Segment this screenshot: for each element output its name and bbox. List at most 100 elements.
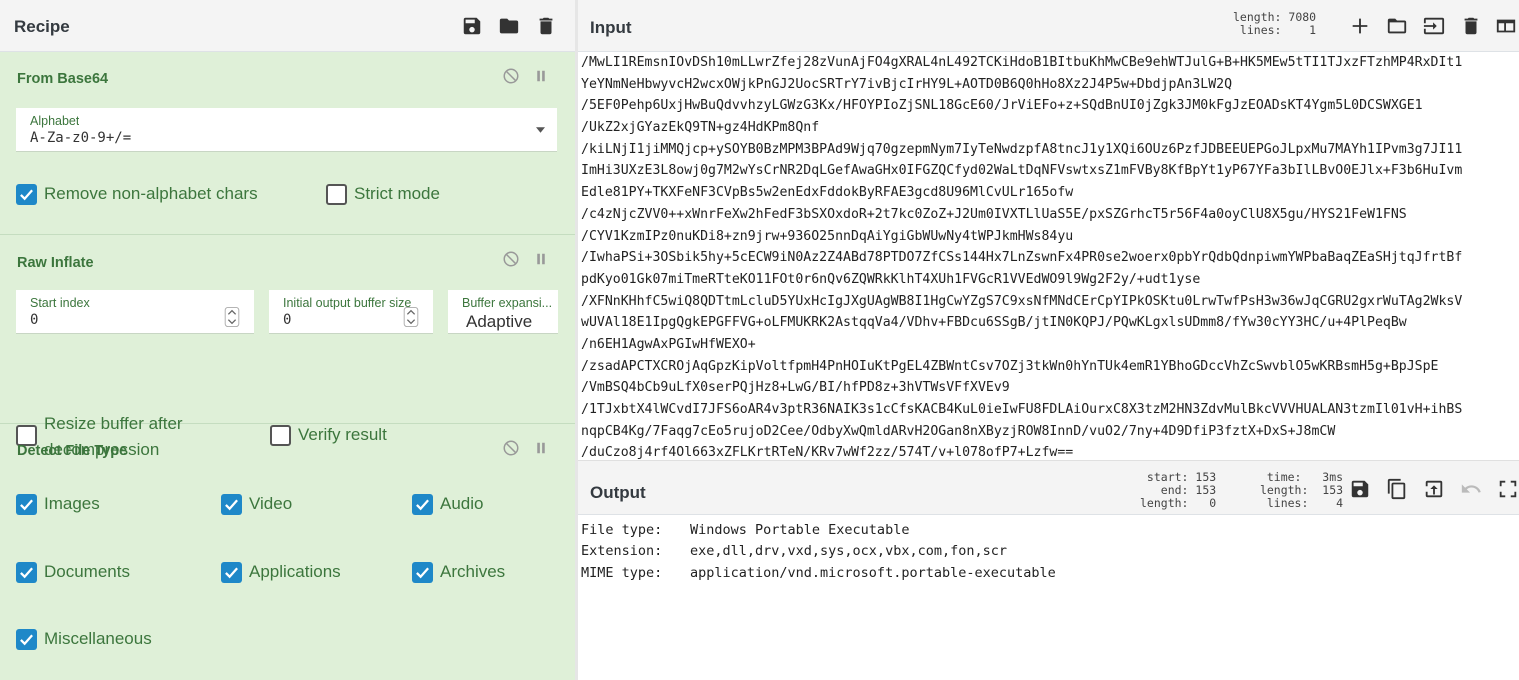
maximise-output-button[interactable] xyxy=(1495,476,1519,502)
pause-icon xyxy=(537,253,545,265)
breakpoint-button[interactable] xyxy=(530,248,552,270)
stepper-icon[interactable] xyxy=(224,307,240,327)
end-value: 153 xyxy=(1195,483,1217,497)
recipe-title: Recipe xyxy=(14,17,70,36)
load-recipe-button[interactable] xyxy=(496,13,522,39)
checkbox-checked-icon xyxy=(412,494,433,515)
buffer-expansion-select[interactable]: Buffer expansi... Adaptive xyxy=(448,290,558,334)
replace-input-button[interactable] xyxy=(1421,476,1447,502)
alphabet-value: A-Za-z0-9+/= xyxy=(30,130,132,146)
copy-output-button[interactable] xyxy=(1384,476,1410,502)
disable-icon xyxy=(503,251,519,267)
output-header: Output start: 153 end: 153 length: 0 tim… xyxy=(578,466,1519,515)
output-key: MIME type: xyxy=(581,565,663,581)
save-recipe-button[interactable] xyxy=(459,13,485,39)
length-value: 153 xyxy=(1322,483,1344,497)
checkbox-label: Audio xyxy=(440,494,484,513)
checkbox-label: Miscellaneous xyxy=(44,629,152,648)
undo-button[interactable] xyxy=(1458,476,1484,502)
input-line: /MwLI1REmsnIOvDSh10mLLwrZfej28zVunAjFO4g… xyxy=(581,55,1463,70)
disable-icon xyxy=(503,440,519,456)
output-key: Extension: xyxy=(581,543,663,559)
trash-icon xyxy=(539,17,553,35)
alphabet-label: Alphabet xyxy=(30,114,80,128)
input-line: YeYNmNeHbwyvcH2wcxOWjkPnGJ2UocSRTrY7ivBj… xyxy=(581,76,1233,92)
checkbox-unchecked-icon xyxy=(326,184,347,205)
input-line: pdKyo01Gk07miTmeRTteKO11FOt0r6nQv6ZQWRkK… xyxy=(581,271,1201,287)
recipe-header: Recipe xyxy=(0,0,575,52)
disable-operation-button[interactable] xyxy=(500,65,522,87)
end-label: end: xyxy=(1160,483,1189,497)
video-checkbox[interactable]: Video xyxy=(221,494,292,517)
clear-input-button[interactable] xyxy=(1458,13,1484,39)
audio-checkbox[interactable]: Audio xyxy=(412,494,483,517)
input-title: Input xyxy=(590,18,632,37)
checkbox-checked-icon xyxy=(221,562,242,583)
stepper-icon[interactable] xyxy=(403,307,419,327)
lines-value: 4 xyxy=(1336,496,1344,510)
strict-mode-checkbox[interactable]: Strict mode xyxy=(326,184,440,207)
input-line: /XFNnKHhfC5wiQ8QDTtmLcluD5YUxHcIgJXgUAgW… xyxy=(581,293,1463,309)
input-line: Edle81PY+TKXFeNF3CVpBs5w2enEdxFddokByRFA… xyxy=(581,185,1074,201)
sel-length-value: 0 xyxy=(1209,496,1217,510)
folder-open-icon xyxy=(1387,18,1407,34)
operation-title: From Base64 xyxy=(17,71,109,87)
input-textarea[interactable]: /MwLI1REmsnIOvDSh10mLLwrZfej28zVunAjFO4g… xyxy=(578,52,1519,460)
output-value: Windows Portable Executable xyxy=(690,522,910,538)
output-selection-stats: start: 153 end: 153 length: 0 xyxy=(1140,471,1216,510)
add-input-button[interactable] xyxy=(1347,13,1373,39)
input-line: /c4zNjcZVV0++xWnrFeXw2hFedF3bSXOxdoR+2t7… xyxy=(581,206,1407,222)
output-row: Extension: exe,dll,drv,vxd,sys,ocx,vbx,co… xyxy=(581,543,1007,559)
output-value: application/vnd.microsoft.portable-execu… xyxy=(690,565,1056,581)
app-root: Recipe From Base64 Alphabet A-Za-z0-9+/=… xyxy=(0,0,1519,680)
output-title: Output xyxy=(590,483,646,502)
remove-non-alphabet-checkbox[interactable]: Remove non-alphabet chars xyxy=(16,184,258,207)
start-index-label: Start index xyxy=(30,296,90,310)
applications-checkbox[interactable]: Applications xyxy=(221,562,341,585)
initial-buffer-input[interactable]: Initial output buffer size 0 xyxy=(269,290,433,334)
buffer-expansion-value: Adaptive xyxy=(466,312,533,331)
archives-checkbox[interactable]: Archives xyxy=(412,562,505,585)
lines-label: lines: xyxy=(1266,496,1309,510)
checkbox-label: Video xyxy=(249,494,293,513)
layout-icon xyxy=(1496,19,1516,33)
input-lines-value: 1 xyxy=(1309,23,1317,37)
recipe-operations: From Base64 Alphabet A-Za-z0-9+/= Remove… xyxy=(0,52,575,680)
save-output-button[interactable] xyxy=(1347,476,1373,502)
disable-operation-button[interactable] xyxy=(500,248,522,270)
breakpoint-button[interactable] xyxy=(530,437,552,459)
input-line: /n6EH1AgwAxPGIwHfWEXO+ xyxy=(581,336,756,352)
time-label: time: xyxy=(1266,470,1302,484)
input-line: /IwhaPSi+3OSbik5hy+5cECW9iN0Az2Z4ABd78PT… xyxy=(581,250,1463,266)
open-file-button[interactable] xyxy=(1421,13,1447,39)
input-line: ImHi3UXzE3L8owj0g7M2wYsCrNR2DqLGefAwaGHx… xyxy=(581,163,1463,179)
output-row: MIME type: application/vnd.microsoft.port… xyxy=(581,565,1056,581)
open-folder-button[interactable] xyxy=(1384,13,1410,39)
start-index-input[interactable]: Start index 0 xyxy=(16,290,254,334)
input-lines-label: lines: xyxy=(1239,23,1282,37)
input-header: Input length: 7080 lines: 1 xyxy=(578,0,1519,52)
checkbox-checked-icon xyxy=(16,629,37,650)
output-row: File type: Windows Portable Executable xyxy=(581,522,909,538)
alphabet-select[interactable]: Alphabet A-Za-z0-9+/= xyxy=(16,108,557,152)
breakpoint-button[interactable] xyxy=(530,65,552,87)
fullscreen-icon xyxy=(1499,480,1517,498)
disable-operation-button[interactable] xyxy=(500,437,522,459)
operation-title: Detect File Type xyxy=(17,443,128,459)
reset-layout-button[interactable] xyxy=(1493,13,1519,39)
input-line: /CYV1KzmIPz0nuKDi8+zn9jrw+936O25nnDqAiYg… xyxy=(581,228,1074,244)
copy-icon xyxy=(1387,478,1406,500)
input-line: wUVAl18E1IpgQgkEPGFFVG+oLFMUKRK2AstqqVa4… xyxy=(581,315,1407,331)
time-value: 3ms xyxy=(1322,470,1344,484)
documents-checkbox[interactable]: Documents xyxy=(16,562,130,585)
operation-from-base64: From Base64 Alphabet A-Za-z0-9+/= Remove… xyxy=(0,52,575,235)
input-length-value: 7080 xyxy=(1288,10,1317,24)
checkbox-label: Images xyxy=(44,494,100,513)
miscellaneous-checkbox[interactable]: Miscellaneous xyxy=(16,629,152,652)
output-textarea[interactable]: File type: Windows Portable Executable Ex… xyxy=(578,515,1519,680)
length-label: length: xyxy=(1259,483,1309,497)
images-checkbox[interactable]: Images xyxy=(16,494,100,517)
checkbox-checked-icon xyxy=(16,562,37,583)
clear-recipe-button[interactable] xyxy=(533,13,559,39)
checkbox-checked-icon xyxy=(221,494,242,515)
